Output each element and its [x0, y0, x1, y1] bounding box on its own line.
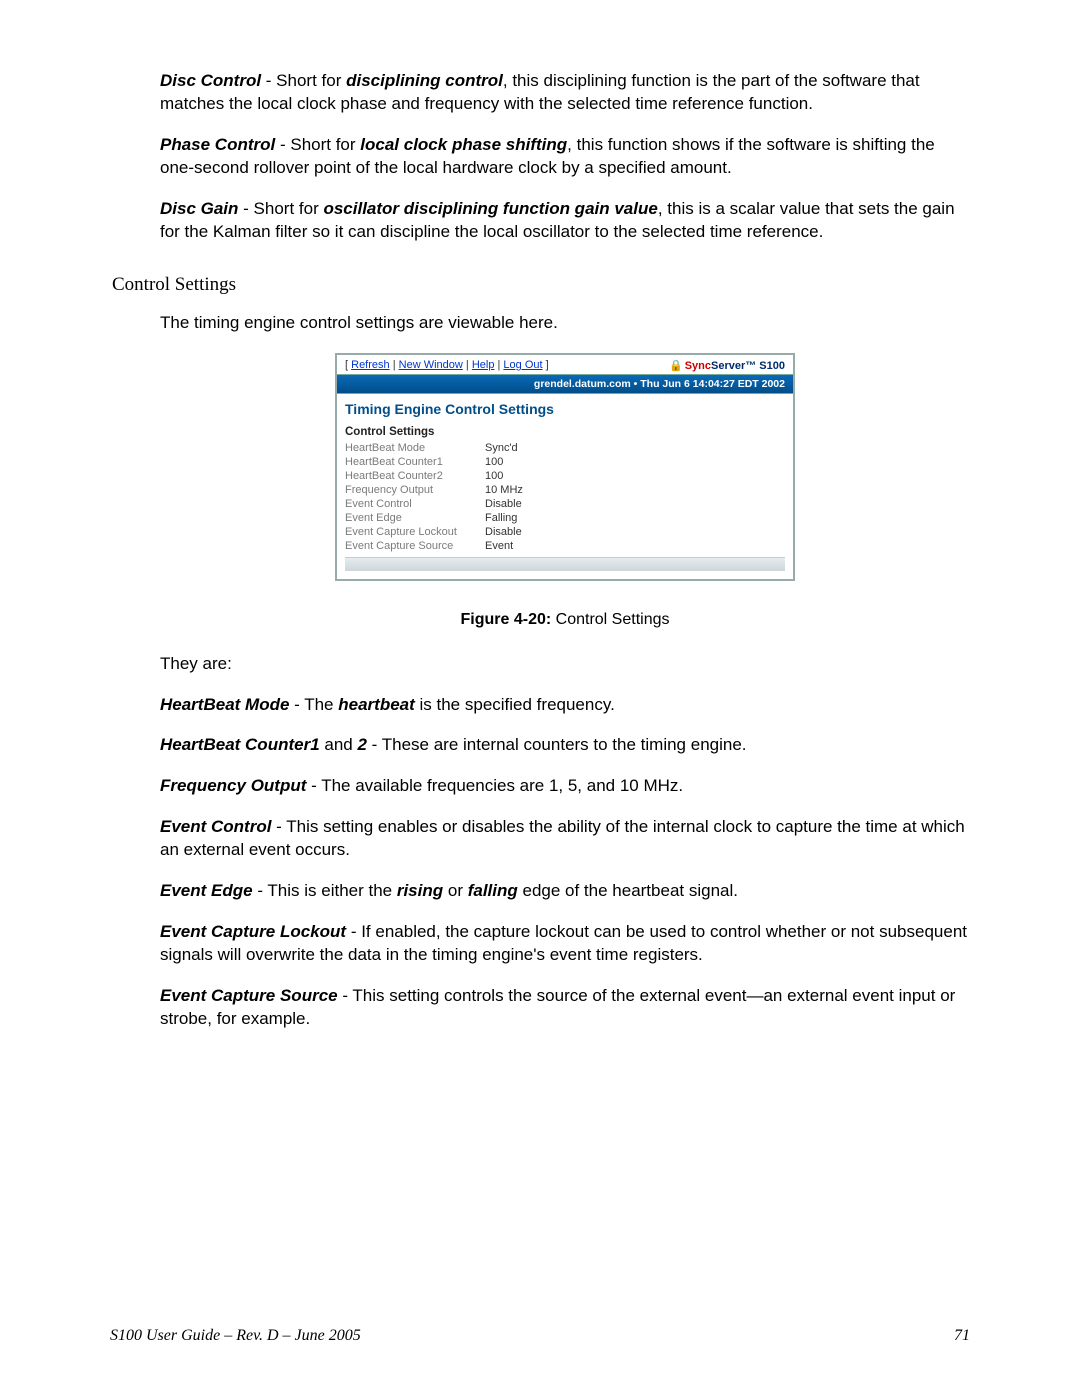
- table-row: Event Capture LockoutDisable: [345, 525, 785, 539]
- row-value: Disable: [485, 498, 522, 510]
- bracket-close: ]: [543, 359, 549, 371]
- para-disc-gain: Disc Gain - Short for oscillator discipl…: [160, 198, 970, 244]
- para-intro: The timing engine control settings are v…: [160, 312, 970, 335]
- text: - These are internal counters to the tim…: [367, 735, 747, 754]
- sep: |: [463, 359, 472, 371]
- link-help[interactable]: Help: [472, 359, 495, 371]
- para-frequency-output: Frequency Output - The available frequen…: [160, 775, 970, 798]
- text: - Short for: [261, 71, 346, 90]
- text: - Short for: [238, 199, 323, 218]
- screenshot-topbar: [ Refresh | New Window | Help | Log Out …: [337, 355, 793, 374]
- term-falling: falling: [468, 881, 518, 900]
- para-event-capture-source: Event Capture Source - This setting cont…: [160, 985, 970, 1031]
- para-heartbeat-mode: HeartBeat Mode - The heartbeat is the sp…: [160, 694, 970, 717]
- term-event-capture-source: Event Capture Source: [160, 986, 338, 1005]
- breadcrumb: [ Refresh | New Window | Help | Log Out …: [345, 359, 549, 371]
- text: - The available frequencies are 1, 5, an…: [306, 776, 683, 795]
- footer-left: S100 User Guide – Rev. D – June 2005: [110, 1327, 361, 1345]
- panel-subhead: Control Settings: [345, 422, 785, 441]
- term-heartbeat-mode: HeartBeat Mode: [160, 695, 289, 714]
- term-phase-control: Phase Control: [160, 135, 275, 154]
- term-event-control: Event Control: [160, 817, 271, 836]
- term-local-clock-phase-shifting: local clock phase shifting: [360, 135, 567, 154]
- link-new-window[interactable]: New Window: [399, 359, 463, 371]
- text: - This setting enables or disables the a…: [160, 817, 965, 859]
- para-they-are: They are:: [160, 653, 970, 676]
- term-disc-gain: Disc Gain: [160, 199, 238, 218]
- para-event-capture-lockout: Event Capture Lockout - If enabled, the …: [160, 921, 970, 967]
- table-row: HeartBeat Counter1100: [345, 455, 785, 469]
- table-row: Event Capture SourceEvent: [345, 539, 785, 553]
- panel-title: Timing Engine Control Settings: [337, 394, 793, 420]
- para-event-edge: Event Edge - This is either the rising o…: [160, 880, 970, 903]
- term-oscillator-gain: oscillator disciplining function gain va…: [323, 199, 657, 218]
- term-rising: rising: [397, 881, 443, 900]
- page-footer: S100 User Guide – Rev. D – June 2005 71: [110, 1327, 970, 1345]
- table-row: Frequency Output10 MHz: [345, 483, 785, 497]
- panel-footer-bar: [345, 557, 785, 571]
- row-label: Event Capture Source: [345, 540, 485, 552]
- row-label: Event Capture Lockout: [345, 526, 485, 538]
- table-row: Event ControlDisable: [345, 497, 785, 511]
- text: edge of the heartbeat signal.: [518, 881, 738, 900]
- brand-sync: Sync: [685, 360, 711, 372]
- figure-label: Figure 4-20:: [461, 611, 552, 628]
- text: or: [443, 881, 468, 900]
- link-logout[interactable]: Log Out: [503, 359, 542, 371]
- row-value: 100: [485, 470, 503, 482]
- row-value: 100: [485, 456, 503, 468]
- figure-screenshot-wrap: [ Refresh | New Window | Help | Log Out …: [160, 353, 970, 581]
- text: - This is either the: [253, 881, 397, 900]
- link-refresh[interactable]: Refresh: [351, 359, 390, 371]
- text: and: [320, 735, 358, 754]
- lock-icon: 🔒: [669, 360, 683, 372]
- brand-server: Server: [711, 360, 745, 372]
- figure-caption: Figure 4-20: Control Settings: [160, 611, 970, 629]
- term-disc-control: Disc Control: [160, 71, 261, 90]
- para-event-control: Event Control - This setting enables or …: [160, 816, 970, 862]
- para-heartbeat-counter: HeartBeat Counter1 and 2 - These are int…: [160, 734, 970, 757]
- term-event-capture-lockout: Event Capture Lockout: [160, 922, 346, 941]
- footer-page-number: 71: [954, 1327, 970, 1345]
- brand-tm: ™ S100: [745, 360, 785, 372]
- table-row: Event EdgeFalling: [345, 511, 785, 525]
- term-heartbeat-counter2: 2: [357, 735, 366, 754]
- row-value: Disable: [485, 526, 522, 538]
- screenshot-panel: [ Refresh | New Window | Help | Log Out …: [335, 353, 795, 581]
- term-frequency-output: Frequency Output: [160, 776, 306, 795]
- table-row: HeartBeat ModeSync'd: [345, 441, 785, 455]
- text: is the specified frequency.: [415, 695, 615, 714]
- row-value: Sync'd: [485, 442, 518, 454]
- text: - Short for: [275, 135, 360, 154]
- table-row: HeartBeat Counter2100: [345, 469, 785, 483]
- row-value: Event: [485, 540, 513, 552]
- term-disciplining-control: disciplining control: [346, 71, 503, 90]
- term-heartbeat-counter1: HeartBeat Counter1: [160, 735, 320, 754]
- row-label: HeartBeat Counter1: [345, 456, 485, 468]
- text: - The: [289, 695, 338, 714]
- row-label: Frequency Output: [345, 484, 485, 496]
- row-label: Event Control: [345, 498, 485, 510]
- para-disc-control: Disc Control - Short for disciplining co…: [160, 70, 970, 116]
- term-heartbeat: heartbeat: [338, 695, 415, 714]
- sep: |: [390, 359, 399, 371]
- row-label: HeartBeat Counter2: [345, 470, 485, 482]
- panel-body: Control Settings HeartBeat ModeSync'd He…: [337, 420, 793, 579]
- term-event-edge: Event Edge: [160, 881, 253, 900]
- status-bar: grendel.datum.com • Thu Jun 6 14:04:27 E…: [337, 374, 793, 394]
- row-value: Falling: [485, 512, 517, 524]
- para-phase-control: Phase Control - Short for local clock ph…: [160, 134, 970, 180]
- row-value: 10 MHz: [485, 484, 523, 496]
- section-heading-control-settings: Control Settings: [112, 274, 970, 296]
- row-label: HeartBeat Mode: [345, 442, 485, 454]
- row-label: Event Edge: [345, 512, 485, 524]
- figure-text: Control Settings: [551, 611, 669, 628]
- brand-label: 🔒SyncServer™ S100: [669, 359, 785, 372]
